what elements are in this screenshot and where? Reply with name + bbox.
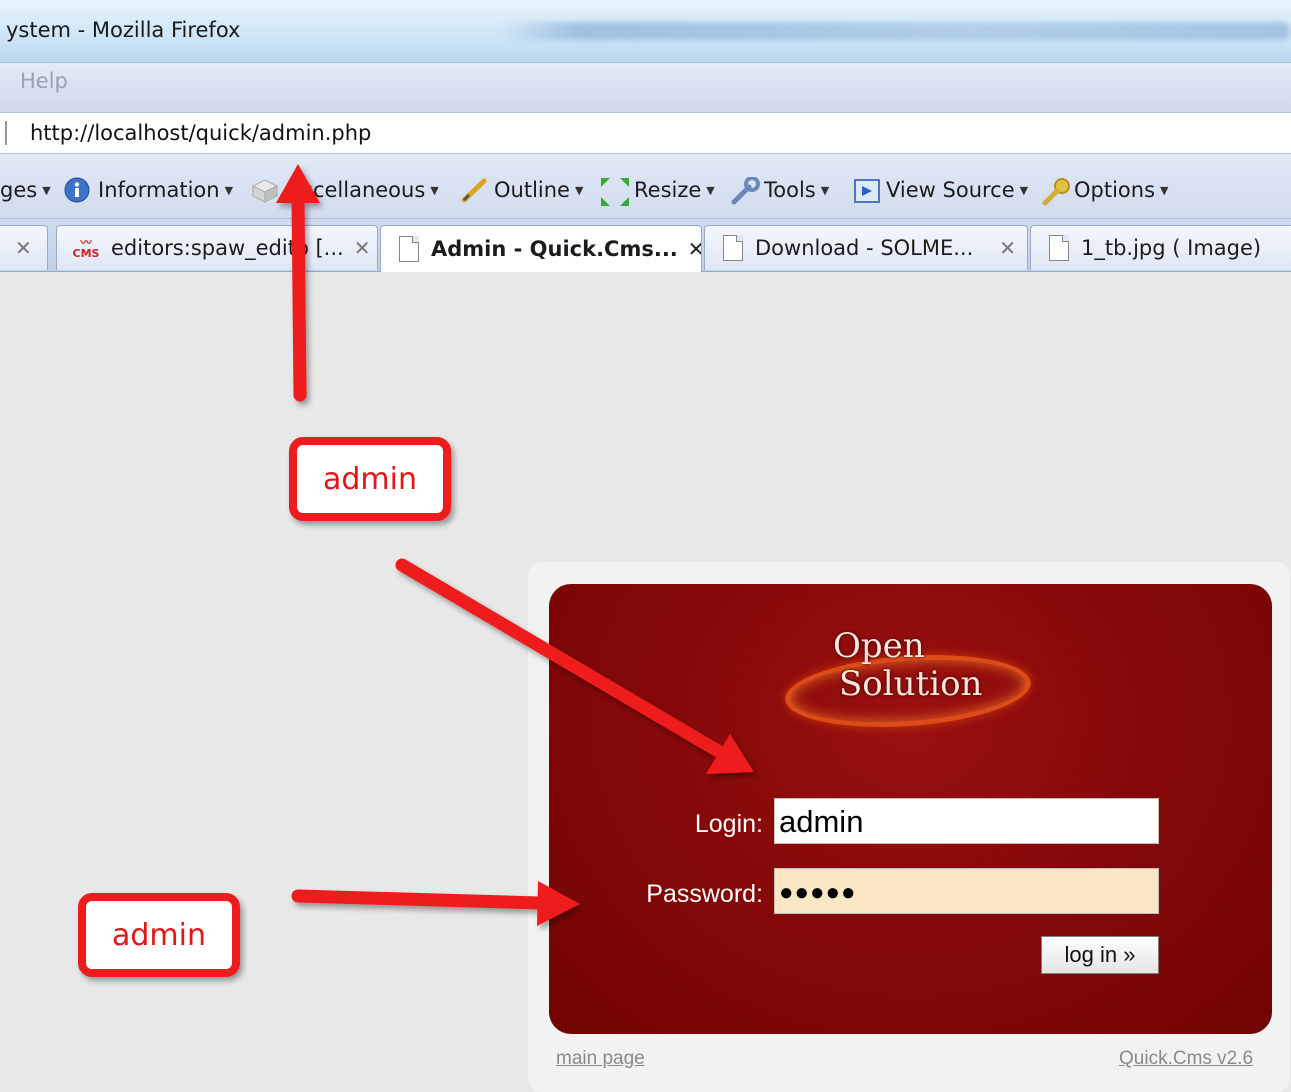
main-page-link[interactable]: main page <box>556 1048 645 1070</box>
dropdown-arrow-icon: ▼ <box>42 183 51 197</box>
close-tab-icon[interactable]: ✕ <box>354 236 371 260</box>
menu-help[interactable]: Help <box>20 69 68 93</box>
close-tab-icon[interactable]: ✕ <box>15 236 32 260</box>
resize-icon <box>600 177 629 206</box>
password-input[interactable]: ●●●●● <box>774 868 1159 914</box>
address-bar-edge <box>5 121 7 145</box>
toolbar-label: ges <box>0 178 38 202</box>
logo-word-open: Open <box>833 626 925 666</box>
page-icon <box>1049 235 1069 261</box>
toolbar-tools[interactable]: Tools ▼ <box>730 176 830 205</box>
dropdown-arrow-icon: ▼ <box>224 183 234 197</box>
tab-label: editors:spaw_edito [... <box>111 236 344 260</box>
logo-word-solution: Solution <box>839 664 983 704</box>
page-icon <box>399 236 419 262</box>
toolbar-label: Resize <box>634 178 702 202</box>
log-in-button[interactable]: log in » <box>1041 936 1159 974</box>
key-icon <box>1040 177 1070 206</box>
toolbar-label: Tools <box>764 178 816 202</box>
close-tab-icon[interactable]: ✕ <box>688 237 701 261</box>
annotation-callout-username: admin <box>289 437 451 521</box>
tab-strip: ✕ 〰 CMS editors:spaw_edito [... ✕ Admin -… <box>0 219 1291 272</box>
annotation-callout-password: admin <box>78 893 240 977</box>
toolbar-resize[interactable]: Resize ▼ <box>600 176 715 206</box>
window-title: ystem - Mozilla Firefox <box>6 18 241 42</box>
wrench-icon <box>730 176 760 205</box>
toolbar-options[interactable]: Options ▼ <box>1040 176 1169 206</box>
miscellaneous-icon <box>250 177 279 203</box>
login-label: Login: <box>694 810 763 838</box>
login-box: Open Solution Login: admin Password: ●●●… <box>549 584 1272 1034</box>
view-source-icon <box>852 177 880 203</box>
dropdown-arrow-icon: ▼ <box>706 183 715 197</box>
toolbar-view-source[interactable]: View Source ▼ <box>852 176 1028 204</box>
password-label: Password: <box>646 880 763 908</box>
close-tab-icon[interactable]: ✕ <box>999 236 1016 260</box>
blurred-taskbar-area <box>500 22 1290 40</box>
toolbar-label: View Source <box>886 178 1015 202</box>
toolbar-label: Outline <box>494 178 570 202</box>
toolbar-label: scellaneous <box>302 178 426 202</box>
page-icon <box>723 235 743 261</box>
dropdown-arrow-icon: ▼ <box>820 183 830 197</box>
cms-icon: 〰 CMS <box>72 236 100 260</box>
dropdown-arrow-icon: ▼ <box>1019 183 1029 197</box>
tab-download-solme[interactable]: Download - SOLME... ✕ <box>704 225 1028 270</box>
outline-pen-icon <box>460 177 487 203</box>
tab-label: 1_tb.jpg ( Image) <box>1081 236 1262 260</box>
url-text[interactable]: http://localhost/quick/admin.php <box>30 121 371 145</box>
tab-label: Download - SOLME... <box>755 236 974 260</box>
info-icon <box>64 177 90 203</box>
dropdown-arrow-icon: ▼ <box>574 183 584 197</box>
toolbar-information[interactable]: Information ▼ <box>64 176 233 204</box>
toolbar-miscellaneous[interactable]: scellaneous ▼ <box>250 176 439 204</box>
web-developer-toolbar: ges ▼ Information ▼ scellaneous ▼ Outline ▼ … <box>0 154 1291 219</box>
toolbar-outline[interactable]: Outline ▼ <box>460 176 583 204</box>
login-input[interactable]: admin <box>774 798 1159 844</box>
tab-label: Admin - Quick.Cms... <box>431 237 678 261</box>
toolbar-label: Information <box>98 178 220 202</box>
tab-admin-quick-cms[interactable]: Admin - Quick.Cms... ✕ <box>380 225 702 272</box>
quick-cms-version-link[interactable]: Quick.Cms v2.6 <box>1119 1048 1253 1070</box>
dropdown-arrow-icon: ▼ <box>430 183 439 197</box>
tab-spaw-editor[interactable]: 〰 CMS editors:spaw_edito [... ✕ <box>56 225 378 270</box>
open-solution-logo: Open Solution <box>781 620 1034 735</box>
window-titlebar: ystem - Mozilla Firefox <box>0 0 1291 63</box>
address-bar[interactable]: http://localhost/quick/admin.php <box>0 113 1291 154</box>
dropdown-arrow-icon: ▼ <box>1160 183 1169 197</box>
menu-bar: Help <box>0 63 1291 113</box>
toolbar-label: Options <box>1074 178 1156 202</box>
tab-hidden[interactable]: ✕ <box>0 225 48 270</box>
toolbar-images[interactable]: ges ▼ <box>0 176 51 204</box>
tab-1-tb-jpg[interactable]: 1_tb.jpg ( Image) <box>1030 225 1291 270</box>
